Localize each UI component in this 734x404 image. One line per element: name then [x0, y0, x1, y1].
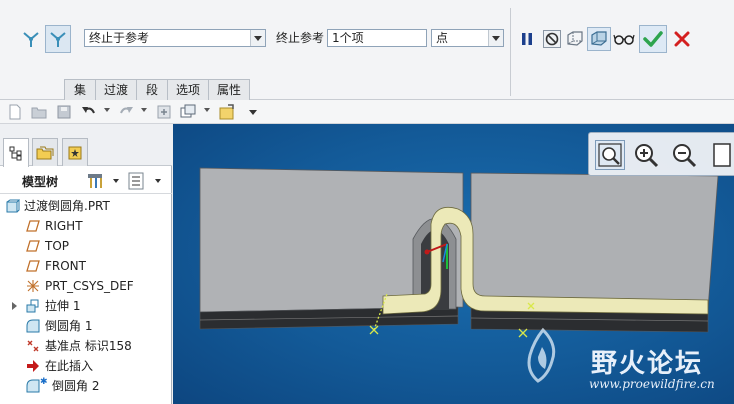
point-type-dropdown[interactable]: 点: [431, 29, 504, 47]
end-reference-collector[interactable]: 1个项: [327, 29, 427, 47]
graphics-viewport[interactable]: 野火论坛 www.proewildfire.cn: [173, 124, 734, 404]
tree-item-right[interactable]: RIGHT: [0, 216, 172, 236]
transition-type-dropdown[interactable]: 终止于参考: [84, 29, 266, 47]
redo-dropdown-icon[interactable]: [141, 108, 147, 112]
chevron-down-icon: [250, 30, 265, 46]
tab-options[interactable]: 选项: [167, 79, 210, 100]
redo-icon[interactable]: [117, 103, 135, 121]
datum-plane-icon: [26, 240, 40, 252]
tree-settings-icon[interactable]: [87, 172, 107, 190]
expand-arrow-icon[interactable]: [12, 302, 17, 310]
verify-mode-button[interactable]: [587, 27, 611, 51]
navigator-panel: 模型树 过渡倒圆角.PRT RIGHT TOP FRONT PRT_CSYS_D…: [0, 124, 172, 404]
windows-icon[interactable]: [179, 103, 197, 121]
tree-item-label: PRT_CSYS_DEF: [45, 279, 134, 293]
glasses-icon[interactable]: [612, 27, 636, 51]
datum-plane-icon: [26, 220, 40, 232]
flame-logo-icon: [527, 327, 556, 383]
regenerate-icon[interactable]: [155, 103, 173, 121]
quick-access-toolbar: [0, 100, 734, 124]
no-preview-button[interactable]: [540, 27, 564, 51]
show-options-icon[interactable]: [128, 172, 146, 190]
show-dropdown-icon[interactable]: [155, 179, 161, 183]
insert-here-arrow-icon: [27, 360, 39, 372]
datum-plane-icon: [26, 260, 40, 272]
ok-checkmark-button[interactable]: [639, 25, 667, 53]
chevron-down-icon: [488, 30, 503, 46]
tree-item-label: 基准点 标识158: [45, 339, 132, 353]
end-reference-label: 终止参考: [276, 31, 325, 45]
repaint-icon[interactable]: [707, 140, 734, 170]
in-progress-star-icon: ✱: [40, 377, 48, 387]
tab-properties[interactable]: 属性: [208, 79, 251, 100]
end-reference-value: 1个项: [332, 31, 364, 45]
part-icon: [6, 199, 20, 213]
save-icon[interactable]: [55, 103, 73, 121]
model-tree-title: 模型树: [22, 175, 59, 189]
tab-pieces[interactable]: 段: [136, 79, 169, 100]
point-type-value: 点: [436, 31, 449, 45]
refit-icon[interactable]: [595, 140, 625, 170]
tree-item-label: 在此插入: [45, 359, 94, 373]
windows-dropdown-icon[interactable]: [204, 108, 210, 112]
model-tree-header: 模型树: [0, 168, 172, 194]
tree-item-label: 过渡倒圆角.PRT: [24, 199, 110, 213]
dashboard-tabs: 集 过渡 段 选项 属性: [64, 79, 251, 100]
tree-item-round-1[interactable]: 倒圆角 1: [0, 316, 172, 336]
tree-item-extrude[interactable]: 拉伸 1: [0, 296, 172, 316]
tab-transitions[interactable]: 过渡: [95, 79, 138, 100]
round-icon: [26, 319, 40, 333]
tree-item-round-2[interactable]: ✱ 倒圆角 2: [0, 376, 172, 396]
tree-item-insert-here[interactable]: 在此插入: [0, 356, 172, 376]
view-toolbar: [588, 132, 734, 176]
geometry-preview-button[interactable]: [563, 27, 587, 51]
tree-item-label: 倒圆角 2: [52, 379, 100, 393]
datum-point-icon: [27, 340, 39, 352]
watermark-url: www.proewildfire.cn: [589, 377, 715, 391]
navigator-tabs: [0, 124, 172, 167]
tree-item-label: 倒圆角 1: [45, 319, 93, 333]
round-icon: [26, 379, 40, 393]
tree-item-label: RIGHT: [45, 219, 83, 233]
transition-mode-icon[interactable]: [45, 25, 71, 53]
transition-type-value: 终止于参考: [89, 31, 150, 45]
tree-item-front[interactable]: FRONT: [0, 256, 172, 276]
favorites-tab-icon[interactable]: [62, 138, 88, 166]
watermark-title: 野火论坛: [591, 349, 704, 379]
tree-item-datum-point[interactable]: 基准点 标识158: [0, 336, 172, 356]
tree-item-top[interactable]: TOP: [0, 236, 172, 256]
pause-button[interactable]: [515, 27, 539, 51]
tree-item-csys[interactable]: PRT_CSYS_DEF: [0, 276, 172, 296]
new-file-icon[interactable]: [6, 103, 24, 121]
folder-browser-tab-icon[interactable]: [32, 138, 58, 166]
csys-icon: [27, 280, 39, 292]
tree-item-label: 拉伸 1: [45, 299, 81, 313]
zoom-out-icon[interactable]: [669, 140, 699, 170]
customize-toolbar-icon[interactable]: [244, 103, 262, 121]
undo-dropdown-icon[interactable]: [104, 108, 110, 112]
extrude-icon: [26, 299, 39, 313]
round-set-mode-icon[interactable]: [20, 27, 42, 51]
tree-item-label: TOP: [45, 239, 70, 253]
tree-item-part[interactable]: 过渡倒圆角.PRT: [0, 196, 172, 216]
tab-sets[interactable]: 集: [64, 79, 96, 100]
dashboard: 终止于参考 终止参考 1个项 点 集 过渡 段 选项 属性: [0, 0, 734, 100]
tree-item-label: FRONT: [45, 259, 86, 273]
undo-icon[interactable]: [80, 103, 98, 121]
model-tree-tab-icon[interactable]: [3, 138, 29, 167]
zoom-in-icon[interactable]: [631, 140, 661, 170]
dashboard-divider: [510, 8, 511, 96]
tree-settings-dropdown-icon[interactable]: [113, 179, 119, 183]
open-folder-icon[interactable]: [30, 103, 48, 121]
close-window-icon[interactable]: [218, 103, 236, 121]
cancel-x-button[interactable]: [670, 27, 694, 51]
